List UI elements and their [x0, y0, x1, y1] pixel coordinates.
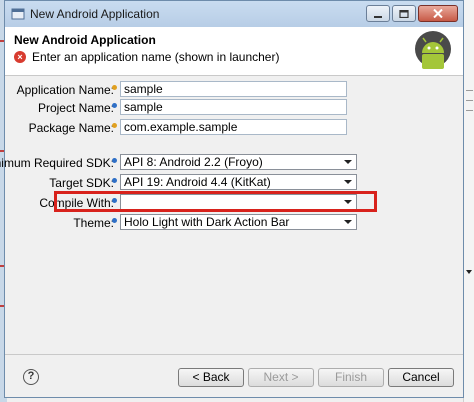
target-sdk-select[interactable]: API 19: Android 4.4 (KitKat): [120, 174, 357, 190]
application-name-warning-icon: [112, 85, 117, 90]
target-sdk-label: Target SDK:: [49, 176, 114, 190]
target-sdk-info-icon: [112, 178, 117, 183]
package-name-warning-icon: [112, 123, 117, 128]
help-icon[interactable]: ?: [23, 369, 39, 385]
android-logo-icon: [413, 29, 453, 73]
application-name-input[interactable]: sample: [120, 81, 347, 97]
package-name-label: Package Name:: [28, 121, 114, 135]
dialog-app-icon: [11, 8, 25, 20]
error-icon: ×: [14, 51, 26, 63]
package-name-input[interactable]: com.example.sample: [120, 119, 347, 135]
project-name-label: Project Name:: [37, 101, 114, 115]
project-name-input[interactable]: sample: [120, 99, 347, 115]
target-sdk-value: API 19: Android 4.4 (KitKat): [124, 175, 271, 189]
desktop-background-right: [463, 0, 474, 402]
theme-select[interactable]: Holo Light with Dark Action Bar: [120, 214, 357, 230]
project-name-info-icon: [112, 103, 117, 108]
minimum-sdk-select[interactable]: API 8: Android 2.2 (Froyo): [120, 154, 357, 170]
compile-with-highlight-box: [54, 191, 377, 212]
close-button[interactable]: [418, 5, 458, 22]
wizard-banner: New Android Application × Enter an appli…: [5, 27, 463, 76]
window-controls: [366, 5, 458, 22]
banner-title: New Android Application: [14, 33, 156, 47]
minimize-icon: [374, 15, 382, 18]
title-bar[interactable]: New Android Application: [5, 1, 463, 28]
back-button[interactable]: < Back: [178, 368, 244, 387]
next-button[interactable]: Next >: [248, 368, 314, 387]
theme-info-icon: [112, 218, 117, 223]
minimum-sdk-info-icon: [112, 158, 117, 163]
maximize-button[interactable]: [392, 5, 416, 22]
close-icon: [433, 9, 443, 18]
minimize-button[interactable]: [366, 5, 390, 22]
new-android-application-dialog: New Android Application New Android Appl…: [0, 0, 464, 398]
maximize-icon: [399, 9, 409, 18]
minimum-sdk-label: Minimum Required SDK:: [0, 156, 114, 170]
finish-button[interactable]: Finish: [318, 368, 384, 387]
theme-value: Holo Light with Dark Action Bar: [124, 215, 290, 229]
window-title: New Android Application: [30, 7, 160, 21]
cancel-button[interactable]: Cancel: [388, 368, 454, 387]
chevron-down-icon: [344, 220, 352, 224]
banner-message: Enter an application name (shown in laun…: [32, 50, 280, 64]
minimum-sdk-value: API 8: Android 2.2 (Froyo): [124, 155, 263, 169]
footer-separator: [5, 354, 463, 355]
application-name-label: Application Name:: [16, 83, 114, 97]
chevron-down-icon: [344, 160, 352, 164]
chevron-down-icon: [344, 180, 352, 184]
theme-label: Theme:: [73, 216, 114, 230]
